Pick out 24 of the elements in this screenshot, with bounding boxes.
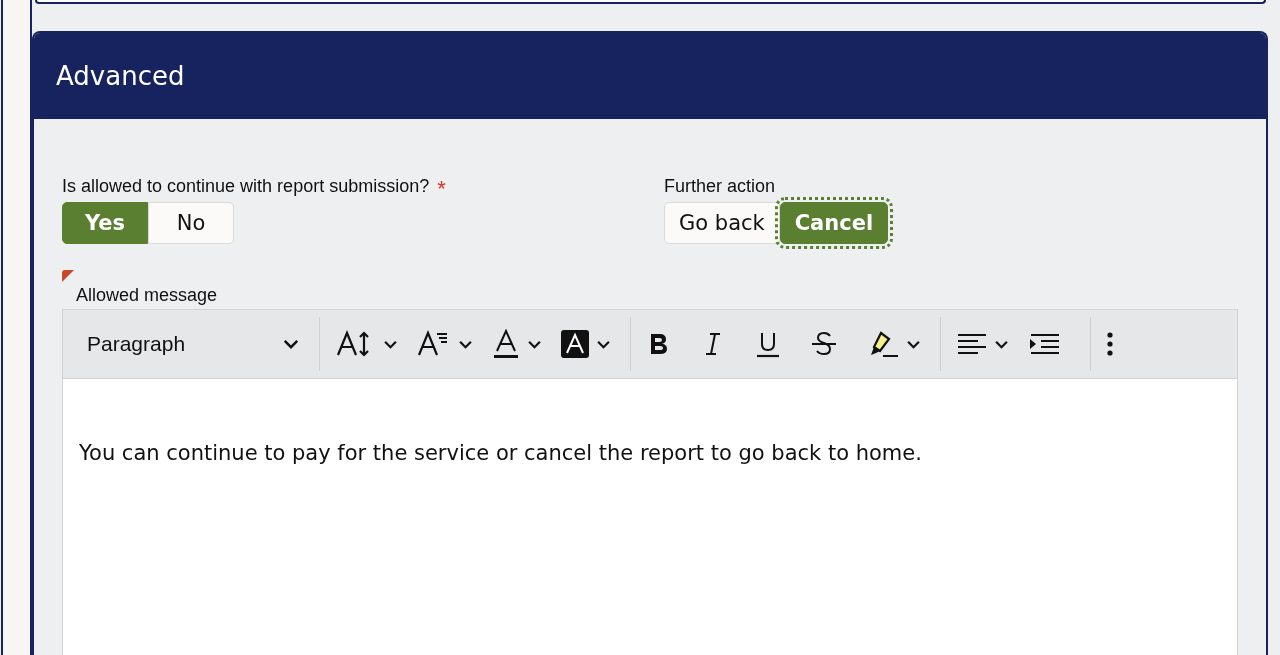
editor-text[interactable]: You can continue to pay for the service or cancel the report to go back to home. bbox=[79, 441, 1221, 465]
chevron-down-icon bbox=[995, 339, 1008, 349]
indent-icon bbox=[1028, 331, 1060, 357]
field-label: Is allowed to continue with report submission? bbox=[62, 176, 430, 197]
block-format-dropdown[interactable]: Paragraph bbox=[75, 321, 311, 367]
required-mark: * bbox=[437, 176, 446, 202]
toggle-option[interactable]: No bbox=[148, 202, 234, 244]
background-color-icon bbox=[561, 330, 589, 358]
chevron-down-icon bbox=[597, 339, 610, 349]
toggle-option[interactable]: Go back bbox=[664, 202, 780, 244]
field-label: Allowed message bbox=[76, 285, 218, 305]
chevron-down-icon bbox=[907, 339, 920, 349]
strikethrough-icon bbox=[811, 330, 837, 358]
underline-icon bbox=[755, 330, 781, 358]
more-options-icon bbox=[1107, 331, 1113, 357]
align-left-icon bbox=[957, 331, 987, 357]
chevron-down-icon bbox=[283, 339, 299, 349]
toggle-option[interactable]: Yes bbox=[62, 202, 148, 244]
chevron-down-icon bbox=[384, 339, 397, 349]
panel-title: Advanced bbox=[56, 61, 185, 91]
field-label: Further action bbox=[664, 176, 776, 197]
font-color-icon bbox=[492, 329, 520, 359]
chevron-down-icon bbox=[459, 339, 472, 349]
chevron-down-icon bbox=[528, 339, 541, 349]
